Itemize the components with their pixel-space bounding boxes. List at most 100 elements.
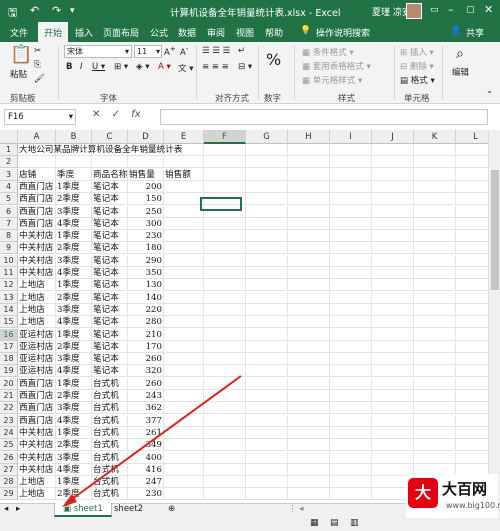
grid-cell[interactable] xyxy=(372,439,414,452)
cell-a5[interactable]: 西直门店 xyxy=(19,193,56,205)
row-header-7[interactable]: 7 xyxy=(0,217,18,230)
grid-cell[interactable] xyxy=(246,328,288,341)
cell-c29[interactable]: 台式机 xyxy=(93,488,128,500)
grid-cell[interactable] xyxy=(330,168,372,181)
format-as-table-button[interactable]: ▦ 套用表格格式 ▾ xyxy=(302,60,371,72)
row-header-11[interactable]: 11 xyxy=(0,267,18,279)
row-header-24[interactable]: 24 xyxy=(0,426,18,439)
wrap-text-icon[interactable]: ↵ xyxy=(238,46,245,56)
cell-d18[interactable]: 260 xyxy=(129,353,164,365)
grid-cell[interactable] xyxy=(246,230,288,243)
grid-cell[interactable] xyxy=(164,365,204,378)
cell-d21[interactable]: 243 xyxy=(129,390,164,402)
grid-cell[interactable] xyxy=(288,180,330,193)
grid-cell[interactable] xyxy=(414,316,456,329)
cell-b27[interactable]: 4季度 xyxy=(57,464,92,476)
cell-a29[interactable]: 上地店 xyxy=(19,488,56,500)
grid-cell[interactable] xyxy=(372,217,414,230)
grid-cell[interactable] xyxy=(414,328,456,341)
sheet-tab-sheet1[interactable]: ▣ sheet1 xyxy=(54,503,112,517)
phonetic-icon[interactable]: 文 ▾ xyxy=(178,62,193,74)
row-header-13[interactable]: 13 xyxy=(0,291,18,304)
row-header-26[interactable]: 26 xyxy=(0,451,18,464)
grid-cell[interactable] xyxy=(372,156,414,169)
grid-cell[interactable] xyxy=(414,279,456,292)
grid-cell[interactable] xyxy=(288,156,330,169)
grid-cell[interactable] xyxy=(164,353,204,366)
grid-cell[interactable] xyxy=(372,414,414,427)
grid-cell[interactable] xyxy=(164,402,204,415)
tab-data[interactable]: 数据 xyxy=(178,26,196,39)
cell-a7[interactable]: 西直门店 xyxy=(19,218,56,230)
cell-b11[interactable]: 4季度 xyxy=(57,267,92,279)
grid-cell[interactable] xyxy=(246,144,288,156)
row-header-25[interactable]: 25 xyxy=(0,439,18,452)
grid-cell[interactable] xyxy=(164,193,204,206)
cell-styles-button[interactable]: ▦ 单元格样式 ▾ xyxy=(302,74,362,86)
row-header-21[interactable]: 21 xyxy=(0,390,18,402)
cell-b8[interactable]: 1季度 xyxy=(57,230,92,242)
column-header-f[interactable]: F xyxy=(204,130,246,144)
cell-a8[interactable]: 中关村店 xyxy=(19,230,56,242)
cell-b22[interactable]: 3季度 xyxy=(57,402,92,414)
copy-icon[interactable]: ⎘ xyxy=(34,60,41,70)
row-header-15[interactable]: 15 xyxy=(0,316,18,329)
grid-cell[interactable] xyxy=(330,254,372,267)
column-header-a[interactable]: A xyxy=(18,130,56,144)
cell-e3[interactable]: 销售额 xyxy=(165,169,204,181)
grid-cell[interactable] xyxy=(164,180,204,193)
grid-cell[interactable] xyxy=(456,144,488,156)
cell-c10[interactable]: 笔记本 xyxy=(93,255,128,267)
grid-cell[interactable] xyxy=(164,439,204,452)
grid-cell[interactable] xyxy=(246,242,288,255)
grid-cell[interactable] xyxy=(372,316,414,329)
tab-formulas[interactable]: 公式 xyxy=(150,26,168,39)
cell-b21[interactable]: 2季度 xyxy=(57,390,92,402)
cell-d16[interactable]: 210 xyxy=(129,329,164,341)
grid-cell[interactable] xyxy=(204,426,246,439)
grid-cell[interactable] xyxy=(246,156,288,169)
row-header-8[interactable]: 8 xyxy=(0,230,18,243)
grid-cell[interactable] xyxy=(204,439,246,452)
insert-function-icon[interactable]: fx xyxy=(131,109,140,120)
cancel-icon[interactable]: ✕ xyxy=(92,109,100,120)
column-header-b[interactable]: B xyxy=(56,130,92,144)
grid-cell[interactable] xyxy=(456,378,488,390)
grid-cell[interactable] xyxy=(246,451,288,464)
grid-cell[interactable] xyxy=(414,144,456,156)
tab-review[interactable]: 审阅 xyxy=(207,26,225,39)
cell-a27[interactable]: 中关村店 xyxy=(19,464,56,476)
row-header-28[interactable]: 28 xyxy=(0,476,18,489)
font-color-icon[interactable]: A ▾ xyxy=(158,62,171,72)
cut-icon[interactable]: ✂ xyxy=(34,46,41,56)
grid-cell[interactable] xyxy=(414,414,456,427)
grid-cell[interactable] xyxy=(372,303,414,316)
grid-cell[interactable] xyxy=(246,476,288,489)
grid-cell[interactable] xyxy=(204,488,246,501)
grid-cell[interactable] xyxy=(414,439,456,452)
grid-cell[interactable] xyxy=(372,279,414,292)
percent-icon[interactable]: % xyxy=(266,50,281,69)
grid-cell[interactable] xyxy=(456,206,488,218)
cell-d11[interactable]: 350 xyxy=(129,267,164,279)
grid-cell[interactable] xyxy=(246,340,288,353)
cell-c14[interactable]: 笔记本 xyxy=(93,304,128,316)
cell-c15[interactable]: 笔记本 xyxy=(93,316,128,328)
grid-cell[interactable] xyxy=(288,390,330,402)
grid-cell[interactable] xyxy=(56,156,92,169)
cell-a20[interactable]: 西直门店 xyxy=(19,378,56,390)
cell-b20[interactable]: 1季度 xyxy=(57,378,92,390)
grid-cell[interactable] xyxy=(456,279,488,292)
cell-c12[interactable]: 笔记本 xyxy=(93,279,128,291)
cell-a24[interactable]: 中关村店 xyxy=(19,427,56,439)
cell-b10[interactable]: 3季度 xyxy=(57,255,92,267)
row-header-19[interactable]: 19 xyxy=(0,365,18,378)
grid-cell[interactable] xyxy=(330,426,372,439)
grid-cell[interactable] xyxy=(330,205,372,218)
grid-cell[interactable] xyxy=(128,156,164,169)
column-header-c[interactable]: C xyxy=(92,130,128,144)
tab-file[interactable]: 文件 xyxy=(10,26,28,39)
cell-c19[interactable]: 笔记本 xyxy=(93,365,128,377)
row-header-17[interactable]: 17 xyxy=(0,340,18,353)
grid-cell[interactable] xyxy=(456,267,488,279)
